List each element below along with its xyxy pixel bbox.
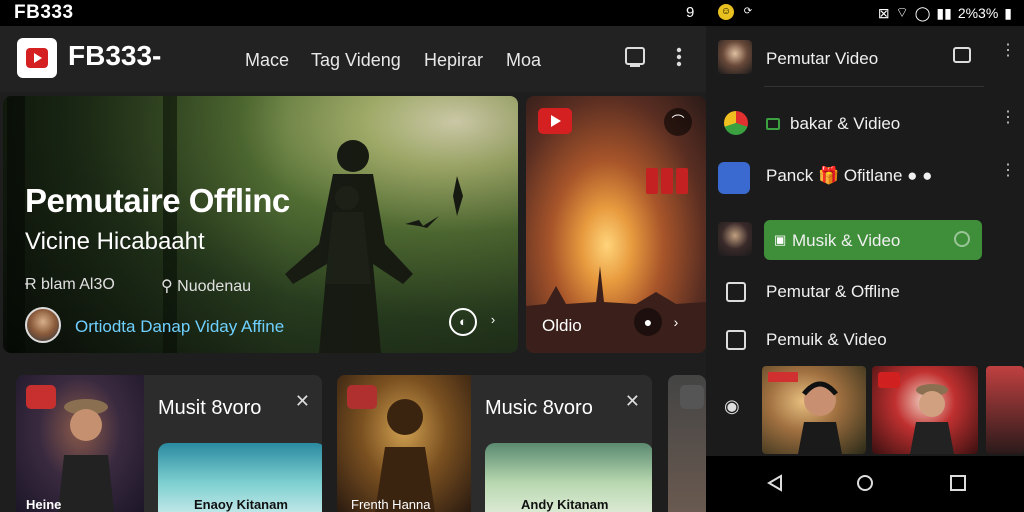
hero-meta-left: Ɍ blam Al3O bbox=[25, 276, 115, 293]
app-logo-icon[interactable] bbox=[17, 38, 57, 78]
inner-thumbnail-text: Enaoy Kitanam bbox=[194, 497, 288, 512]
play-icon[interactable]: ◐ bbox=[449, 308, 477, 336]
sync-icon: ⟳ bbox=[743, 6, 753, 17]
nav-item-hepirar[interactable]: Hepirar bbox=[424, 50, 483, 71]
video-card-title: Musit 8voro bbox=[158, 397, 262, 419]
system-nav-bar bbox=[706, 456, 1024, 512]
thumbnail-text: Heine bbox=[26, 497, 62, 512]
status-brand: FB333 bbox=[14, 2, 74, 23]
nfc-icon: ⊠ bbox=[877, 4, 890, 21]
hero-user-line[interactable]: Ortiodta Danap Viday Affine bbox=[75, 317, 284, 337]
hero-subtitle: Vicine Hicabaaht bbox=[25, 228, 205, 255]
hero-overlay bbox=[3, 96, 518, 353]
play-badge-icon bbox=[878, 372, 900, 388]
avatar[interactable] bbox=[25, 307, 61, 343]
search-icon[interactable] bbox=[954, 231, 970, 247]
video-icon: ▣ bbox=[774, 232, 787, 247]
drawer-item-label[interactable]: Panck 🎁 Ofitlane ● ● bbox=[766, 166, 932, 186]
drawer-item-active[interactable]: ▣ Musik & Video bbox=[764, 220, 982, 260]
play-badge-icon bbox=[680, 385, 704, 409]
next-icon[interactable]: › bbox=[479, 308, 507, 336]
inner-thumbnail: Enaoy Kitanam bbox=[158, 443, 322, 512]
mail-icon bbox=[766, 118, 780, 130]
alarm-icon: ◯ bbox=[914, 4, 931, 21]
thumbnail-text: Frenth Hanna bbox=[351, 497, 431, 512]
app-icon bbox=[724, 111, 748, 135]
record-icon[interactable]: ● bbox=[634, 308, 662, 336]
app-title: FB333- bbox=[68, 40, 162, 71]
sunset-card-label: Oldio bbox=[542, 316, 582, 335]
nav-item-moa[interactable]: Moa bbox=[506, 50, 541, 71]
home-icon[interactable] bbox=[856, 474, 874, 492]
city-silhouette bbox=[526, 266, 706, 353]
search-icon: ⚲ bbox=[161, 278, 178, 295]
offline-icon bbox=[726, 282, 746, 302]
inner-thumbnail-text: Andy Kitanam bbox=[521, 497, 609, 512]
share-icon[interactable]: ⌒ bbox=[664, 108, 692, 136]
signal-icon: ▮▮ bbox=[936, 4, 952, 21]
more-icon[interactable]: ⋮ bbox=[1000, 110, 1016, 126]
close-icon[interactable]: ✕ bbox=[625, 391, 640, 412]
hero-meta-right: Nuodenau bbox=[177, 278, 252, 295]
notification-count: 9 bbox=[686, 4, 695, 21]
side-drawer: Pemutar Video ⋮ bakar & Vidieo ⋮ Panck 🎁… bbox=[706, 26, 1024, 456]
back-icon[interactable] bbox=[766, 474, 784, 492]
status-indicators: ⊠ ⌔ ◯ ▮▮ 2%3% ▮ bbox=[878, 4, 1012, 22]
drawer-item-label[interactable]: Pemuik & Video bbox=[766, 330, 887, 350]
square-icon bbox=[726, 330, 746, 350]
wifi-icon: ⌔ bbox=[895, 4, 909, 20]
eye-icon[interactable]: ◉ bbox=[724, 396, 740, 417]
video-card[interactable]: Heine Musit 8voro ✕ Enaoy Kitanam bbox=[16, 375, 322, 512]
recents-icon[interactable] bbox=[949, 474, 967, 492]
avatar[interactable] bbox=[718, 222, 752, 256]
more-icon[interactable]: ⋮ bbox=[1000, 43, 1016, 59]
app-icon bbox=[718, 162, 750, 194]
video-card[interactable]: Frenth Hanna Music 8voro ✕ Andy Kitanam bbox=[337, 375, 652, 512]
hero-meta-right-wrap: ⚲ Nuodenau bbox=[161, 276, 251, 296]
close-icon[interactable]: ✕ bbox=[295, 391, 310, 412]
cast-icon[interactable] bbox=[624, 46, 646, 73]
drawer-item-label[interactable]: bakar & Vidieo bbox=[790, 114, 900, 134]
drawer-item-label: Musik & Video bbox=[792, 231, 901, 250]
battery-icon: ▮ bbox=[1004, 4, 1012, 21]
more-icon[interactable]: ⋮ bbox=[1000, 163, 1016, 179]
hero-card[interactable]: Pemutaire Offlinc Vicine Hicabaaht Ɍ bla… bbox=[3, 96, 518, 353]
more-icon[interactable] bbox=[676, 46, 682, 73]
cast-icon[interactable] bbox=[952, 46, 972, 71]
play-badge-icon bbox=[26, 385, 56, 409]
shelf-thumbnail[interactable] bbox=[986, 366, 1024, 454]
video-card[interactable] bbox=[668, 375, 706, 512]
app-bar: FB333- Mace Tag Videng Hepirar Moa bbox=[0, 26, 706, 92]
flag-decoration bbox=[646, 168, 692, 194]
nav-item-tag-video[interactable]: Tag Videng bbox=[311, 50, 401, 71]
avatar[interactable] bbox=[718, 40, 752, 74]
play-badge-icon bbox=[538, 108, 572, 134]
battery-percent: 2%3% bbox=[957, 5, 999, 21]
shelf-thumbnail[interactable] bbox=[872, 366, 978, 454]
shelf-thumbnail[interactable] bbox=[762, 366, 866, 454]
hero-title: Pemutaire Offlinc bbox=[25, 182, 290, 219]
drawer-header: Pemutar Video bbox=[766, 49, 879, 68]
sunset-card[interactable]: ⌒ Oldio ● › bbox=[526, 96, 706, 353]
next-icon[interactable]: › bbox=[662, 308, 690, 336]
drawer-item-label[interactable]: Pemutar & Offline bbox=[766, 282, 900, 302]
video-card-title: Music 8voro bbox=[485, 397, 593, 419]
emoji-icon: ☺ bbox=[718, 4, 734, 20]
divider bbox=[764, 86, 984, 87]
nav-item-mace[interactable]: Mace bbox=[245, 50, 289, 71]
play-badge-icon bbox=[347, 385, 377, 409]
inner-thumbnail: Andy Kitanam bbox=[485, 443, 652, 512]
status-bar: FB333 9 ☺ ⟳ ⊠ ⌔ ◯ ▮▮ 2%3% ▮ bbox=[0, 0, 1024, 26]
